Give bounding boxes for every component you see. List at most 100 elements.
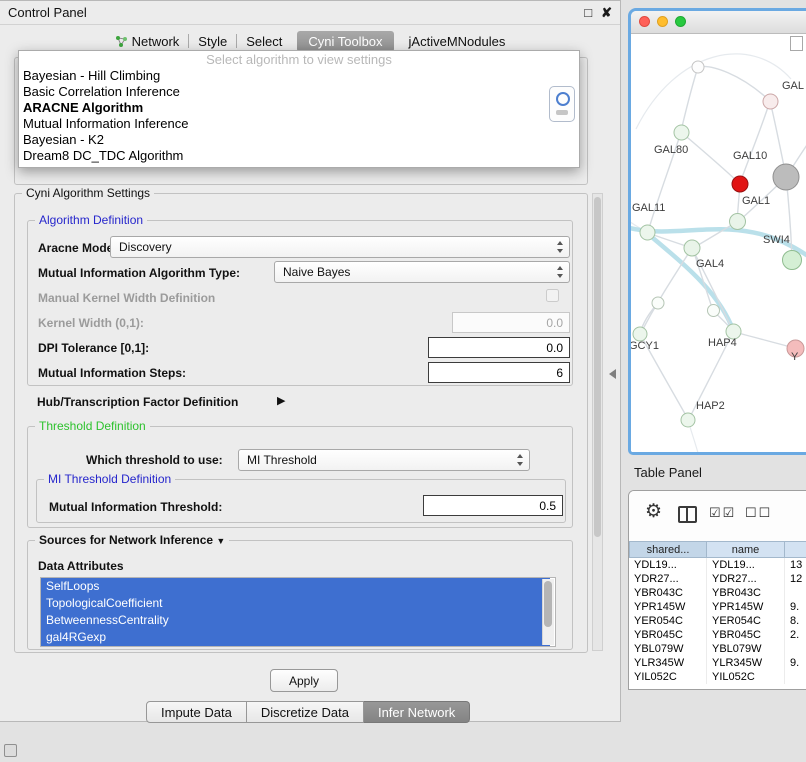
table-row[interactable]: YBR043C YBR043C (629, 586, 806, 600)
deselect-all-icon[interactable]: ☐☐ (745, 505, 772, 521)
network-node[interactable] (692, 61, 704, 73)
which-threshold-combobox[interactable]: MI Threshold (238, 449, 530, 471)
network-node-gal11[interactable] (640, 225, 655, 240)
network-node[interactable] (708, 305, 720, 317)
panel-scrollbar[interactable] (592, 193, 603, 651)
minimize-traffic-light[interactable] (657, 16, 668, 27)
network-node-hub-gray[interactable] (773, 164, 799, 190)
network-node-gal4[interactable] (684, 240, 700, 256)
collapse-right-icon[interactable]: ▶ (277, 394, 285, 407)
mi-threshold-field[interactable] (423, 495, 563, 516)
network-node-gcy1[interactable] (633, 327, 647, 341)
zoom-traffic-light[interactable] (675, 16, 686, 27)
tab-jactivemodules[interactable]: jActiveMNodules (400, 32, 515, 51)
network-node[interactable] (652, 297, 664, 309)
close-traffic-light[interactable] (639, 16, 650, 27)
cell-name[interactable]: YBR043C (707, 586, 785, 600)
cell-value[interactable]: 9. (785, 656, 806, 670)
tab-style[interactable]: Style (189, 32, 236, 51)
cell-value[interactable]: 13 (785, 558, 806, 572)
list-item[interactable]: BetweennessCentrality (41, 612, 550, 629)
list-item[interactable]: SelfLoops (41, 578, 550, 595)
mi-steps-field[interactable] (428, 362, 570, 383)
dpi-tolerance-field[interactable] (428, 337, 570, 358)
cell-name[interactable]: YER054C (707, 614, 785, 628)
select-all-icon[interactable]: ☑☑ (709, 505, 736, 521)
apply-button[interactable]: Apply (270, 669, 338, 692)
network-node-gal10-red[interactable] (732, 176, 748, 192)
collapsed-panel-grip[interactable] (4, 744, 17, 757)
cell-value[interactable]: 8. (785, 614, 806, 628)
sources-title[interactable]: Sources for Network Inference ▼ (35, 533, 229, 547)
restore-icon[interactable]: □ (584, 5, 592, 20)
cell-value[interactable]: 2. (785, 628, 806, 642)
cell-shared-name[interactable]: YLR345W (629, 656, 707, 670)
cell-shared-name[interactable]: YDL19... (629, 558, 707, 572)
algorithm-option[interactable]: Basic Correlation Inference (19, 84, 579, 100)
cell-shared-name[interactable]: YBL079W (629, 642, 707, 656)
cell-name[interactable]: YBR045C (707, 628, 785, 642)
cell-shared-name[interactable]: YIL052C (629, 670, 707, 684)
network-canvas[interactable]: GAL GAL80 GAL10 GAL11 GAL1 SWI4 GAL4 GCY… (631, 34, 806, 453)
obscured-search-button[interactable] (549, 86, 575, 122)
cell-name[interactable]: YBL079W (707, 642, 785, 656)
network-node-gal1[interactable] (730, 214, 746, 230)
cell-value[interactable] (785, 670, 806, 684)
cell-value[interactable]: 12 (785, 572, 806, 586)
scrollbar-corner[interactable] (790, 36, 803, 51)
column-header-clipped[interactable] (785, 541, 806, 558)
table-row[interactable]: YIL052C YIL052C (629, 670, 806, 684)
algorithm-option[interactable]: Dream8 DC_TDC Algorithm (19, 148, 579, 164)
cell-name[interactable]: YIL052C (707, 670, 785, 684)
node-label-gal4: GAL4 (696, 258, 724, 270)
table-row[interactable]: YBR045C YBR045C 2. (629, 628, 806, 642)
algorithm-option-selected[interactable]: ARACNE Algorithm (19, 100, 579, 116)
cell-name[interactable]: YLR345W (707, 656, 785, 670)
gear-icon[interactable]: ⚙ (645, 500, 662, 523)
algorithm-option[interactable]: Mutual Information Inference (19, 116, 579, 132)
cell-name[interactable]: YDR27... (707, 572, 785, 586)
table-row[interactable]: YBL079W YBL079W (629, 642, 806, 656)
table-row[interactable]: YER054C YER054C 8. (629, 614, 806, 628)
list-item[interactable]: gal4RGexp (41, 629, 550, 646)
table-row[interactable]: YDR27... YDR27... 12 (629, 572, 806, 586)
network-node[interactable] (763, 94, 778, 109)
columns-icon[interactable] (678, 506, 697, 523)
table-row[interactable]: YPR145W YPR145W 9. (629, 600, 806, 614)
table-row[interactable]: YLR345W YLR345W 9. (629, 656, 806, 670)
table-row[interactable]: YDL19... YDL19... 13 (629, 558, 806, 572)
list-scrollbar[interactable] (542, 579, 554, 645)
tab-network[interactable]: Network (106, 32, 189, 51)
column-header-name[interactable]: name (707, 541, 785, 558)
column-header-shared-name[interactable]: shared... (629, 541, 707, 558)
cell-shared-name[interactable]: YBR045C (629, 628, 707, 642)
cell-shared-name[interactable]: YER054C (629, 614, 707, 628)
cell-name[interactable]: YPR145W (707, 600, 785, 614)
network-node-gal80[interactable] (674, 125, 689, 140)
tab-discretize-data[interactable]: Discretize Data (247, 701, 364, 723)
cell-shared-name[interactable]: YPR145W (629, 600, 707, 614)
mi-type-combobox[interactable]: Naive Bayes (274, 261, 570, 283)
scrollbar-thumb[interactable] (594, 197, 601, 537)
cell-value[interactable]: 9. (785, 600, 806, 614)
network-window-titlebar[interactable] (631, 11, 806, 34)
tab-select[interactable]: Select (237, 32, 291, 51)
close-icon[interactable]: ✘ (601, 5, 612, 21)
tab-infer-network[interactable]: Infer Network (364, 701, 470, 723)
cell-name[interactable]: YDL19... (707, 558, 785, 572)
network-node-swi4[interactable] (783, 251, 802, 270)
network-node-hap2[interactable] (681, 413, 695, 427)
scrollbar-thumb[interactable] (544, 581, 552, 627)
aracne-mode-combobox[interactable]: Discovery (110, 236, 570, 258)
cell-value[interactable] (785, 642, 806, 656)
cell-shared-name[interactable]: YDR27... (629, 572, 707, 586)
cell-value[interactable] (785, 586, 806, 600)
hub-section-label[interactable]: Hub/Transcription Factor Definition (37, 395, 238, 409)
algorithm-option[interactable]: Bayesian - K2 (19, 132, 579, 148)
cell-shared-name[interactable]: YBR043C (629, 586, 707, 600)
splitter-handle[interactable] (609, 369, 616, 379)
tab-cyni-toolbox[interactable]: Cyni Toolbox (297, 31, 393, 52)
tab-impute-data[interactable]: Impute Data (146, 701, 247, 723)
list-item[interactable]: TopologicalCoefficient (41, 595, 550, 612)
algorithm-option[interactable]: Bayesian - Hill Climbing (19, 68, 579, 84)
